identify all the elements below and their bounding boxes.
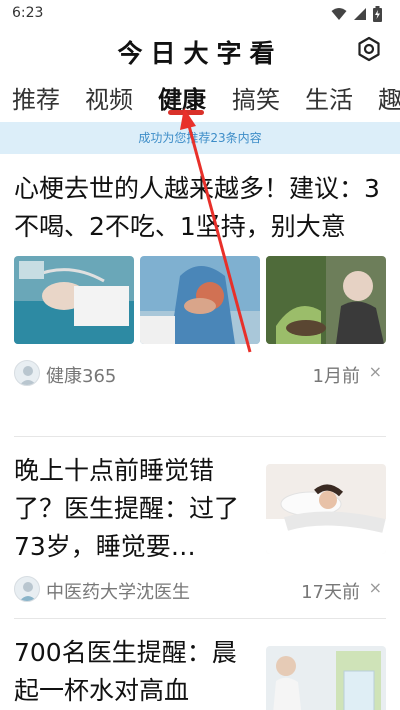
article-card[interactable]: 心梗去世的人越来越多！建议：3不喝、2不吃、1坚持，别大意 健康365 1月前 … bbox=[14, 170, 386, 390]
tab-funny[interactable]: 搞笑 bbox=[232, 80, 280, 115]
status-icons bbox=[331, 6, 382, 22]
divider bbox=[14, 436, 386, 437]
source-avatar bbox=[14, 360, 40, 386]
article-image-chest-pain[interactable] bbox=[140, 256, 260, 344]
tab-fun[interactable]: 趣 bbox=[378, 80, 400, 115]
article-meta: 中医药大学沈医生 17天前 × bbox=[14, 572, 386, 606]
article-time: 1月前 bbox=[312, 366, 360, 387]
article-time: 17天前 bbox=[301, 582, 360, 603]
tab-life[interactable]: 生活 bbox=[305, 80, 353, 115]
status-time: 6:23 bbox=[12, 5, 44, 21]
article-image-water[interactable] bbox=[266, 646, 386, 710]
article-meta: 健康365 1月前 × bbox=[14, 356, 386, 390]
article-card[interactable]: 700名医生提醒：晨起一杯水对高血 bbox=[14, 634, 386, 710]
source-avatar bbox=[14, 576, 40, 602]
article-image-hospital[interactable] bbox=[14, 256, 134, 344]
app-title: 今日大字看 bbox=[117, 39, 283, 68]
category-tabs: 推荐 视频 健康 搞笑 生活 趣 bbox=[0, 74, 400, 120]
article-image-sleep[interactable] bbox=[266, 464, 386, 554]
dismiss-button[interactable]: × bbox=[369, 362, 382, 381]
article-source[interactable]: 中医药大学沈医生 bbox=[46, 578, 190, 604]
article-title[interactable]: 晚上十点前睡觉错了？医生提醒：过了73岁，睡觉要… bbox=[14, 452, 250, 566]
settings-button[interactable] bbox=[356, 36, 382, 62]
active-tab-indicator bbox=[168, 110, 204, 115]
tab-video[interactable]: 视频 bbox=[85, 80, 133, 115]
wifi-icon bbox=[331, 8, 347, 20]
article-source[interactable]: 健康365 bbox=[46, 362, 116, 388]
refresh-banner: 成功为您推荐23条内容 bbox=[0, 122, 400, 154]
battery-icon bbox=[373, 6, 382, 22]
article-image-row[interactable] bbox=[14, 256, 386, 344]
signal-icon bbox=[354, 8, 366, 20]
article-title[interactable]: 700名医生提醒：晨起一杯水对高血 bbox=[14, 634, 250, 710]
article-title[interactable]: 心梗去世的人越来越多！建议：3不喝、2不吃、1坚持，别大意 bbox=[14, 170, 386, 246]
status-bar: 6:23 bbox=[0, 0, 400, 28]
app-header: 今日大字看 bbox=[0, 30, 400, 72]
settings-icon bbox=[358, 36, 380, 62]
article-card[interactable]: 晚上十点前睡觉错了？医生提醒：过了73岁，睡觉要… 中医药大学沈医生 17天前 … bbox=[14, 452, 386, 608]
tab-recommend[interactable]: 推荐 bbox=[12, 80, 60, 115]
article-image-elderly[interactable] bbox=[266, 256, 386, 344]
dismiss-button[interactable]: × bbox=[369, 578, 382, 597]
divider bbox=[14, 618, 386, 619]
